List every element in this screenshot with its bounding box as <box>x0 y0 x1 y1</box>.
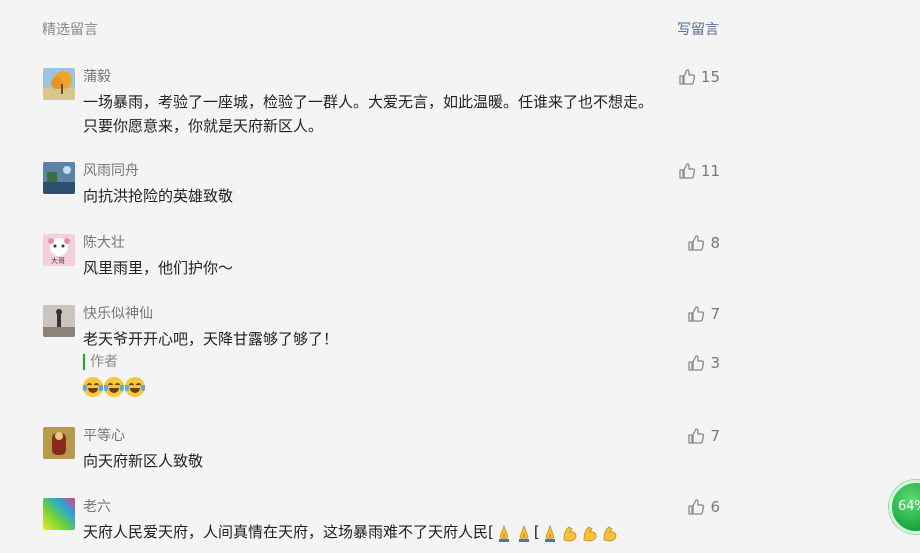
pray-emoji <box>518 524 529 542</box>
section-title: 精选留言 <box>42 22 98 38</box>
like-count: 3 <box>710 354 720 372</box>
comment-nickname[interactable]: 平等心 <box>83 427 125 445</box>
comment-nickname[interactable]: 快乐似神仙 <box>83 305 153 323</box>
avatar[interactable]: 大哥 <box>43 234 75 266</box>
laugh-tears-emoji <box>104 376 124 397</box>
rainbow-avatar-image <box>43 498 75 530</box>
comment-line: 老天爷开开心吧，天降甘露够了够了！ <box>83 330 339 348</box>
thumbs-up-icon <box>688 428 705 444</box>
laugh-tears-emoji <box>83 376 103 397</box>
comments-header: 精选留言 写留言 <box>42 19 719 39</box>
comment-text: 天府人民爱天府，人间真情在天府，这场暴雨难不了天府人民[[ <box>83 520 703 544</box>
avatar[interactable] <box>43 427 75 459</box>
landscape-avatar-image <box>43 162 75 194</box>
like-button[interactable]: 15 <box>678 68 720 86</box>
muscle-emoji <box>583 526 597 541</box>
comment-line: 风里雨里，他们护你～ <box>83 259 234 277</box>
like-count: 11 <box>700 162 720 180</box>
comment-text: 向抗洪抢险的英雄致敬 <box>83 184 703 208</box>
comment-line: 向天府新区人致敬 <box>83 452 204 470</box>
comment-text: 老天爷开开心吧，天降甘露够了够了！ <box>83 327 703 351</box>
comment-text: 一场暴雨，考验了一座城，检验了一群人。大爱无言，如此温暖。任谁来了也不想走。 只… <box>83 90 703 138</box>
avatar[interactable] <box>43 68 75 100</box>
deity-avatar-image <box>43 427 75 459</box>
thumbs-up-icon <box>688 306 705 322</box>
comment-text: 向天府新区人致敬 <box>83 449 703 473</box>
pray-emoji <box>544 524 555 542</box>
thumbs-up-icon <box>688 499 705 515</box>
like-button[interactable]: 7 <box>687 305 720 323</box>
comment-line: 只要你愿意来，你就是天府新区人。 <box>83 117 324 135</box>
like-count: 15 <box>700 68 720 86</box>
comment-line: 一场暴雨，考验了一座城，检验了一群人。大爱无言，如此温暖。任谁来了也不想走。 <box>83 93 654 111</box>
like-count: 7 <box>710 427 720 445</box>
like-count: 8 <box>710 234 720 252</box>
like-button[interactable]: 7 <box>687 427 720 445</box>
author-reply: 作者 3 <box>83 354 720 400</box>
thumbs-up-icon <box>679 163 695 179</box>
comment-nickname[interactable]: 风雨同舟 <box>83 162 139 180</box>
thumbs-up-icon <box>688 235 705 251</box>
like-button[interactable]: 6 <box>687 498 720 516</box>
comment-nickname[interactable]: 陈大壮 <box>83 234 125 252</box>
avatar-caption: 大哥 <box>51 257 65 265</box>
muscle-emoji <box>563 526 577 541</box>
avatar[interactable] <box>43 498 75 530</box>
comment-text: 风里雨里，他们护你～ <box>83 256 703 280</box>
progress-percent: 64% <box>898 499 920 514</box>
reply-like-button[interactable]: 3 <box>687 354 720 372</box>
comment-item: 风雨同舟 向抗洪抢险的英雄致敬 11 <box>43 162 720 206</box>
progress-badge[interactable]: 64% <box>889 480 920 534</box>
write-comment-link[interactable]: 写留言 <box>677 19 719 39</box>
avatar[interactable] <box>43 162 75 194</box>
comment-line: 天府人民爱天府，人间真情在天府，这场暴雨难不了天府人民[ <box>83 523 494 541</box>
reply-text <box>83 376 146 397</box>
laugh-tears-emoji <box>125 376 145 397</box>
comment-nickname[interactable]: 蒲毅 <box>83 68 111 86</box>
pray-emoji <box>498 524 509 542</box>
tree-avatar-image <box>43 68 75 100</box>
like-count: 6 <box>710 498 720 516</box>
thumbs-up-icon <box>688 355 705 371</box>
like-button[interactable]: 8 <box>687 234 720 252</box>
like-count: 7 <box>710 305 720 323</box>
comment-line: 向抗洪抢险的英雄致敬 <box>83 187 234 205</box>
comment-item: 快乐似神仙 老天爷开开心吧，天降甘露够了够了！ 7 作者 3 <box>43 305 720 400</box>
comment-item: 平等心 向天府新区人致敬 7 <box>43 427 720 471</box>
figure-avatar-image <box>43 305 75 337</box>
comment-item: 大哥 陈大壮 风里雨里，他们护你～ 8 <box>43 234 720 278</box>
muscle-emoji <box>603 526 617 541</box>
like-button[interactable]: 11 <box>678 162 720 180</box>
avatar[interactable] <box>43 305 75 337</box>
comment-item: 老六 天府人民爱天府，人间真情在天府，这场暴雨难不了天府人民[[ 6 <box>43 498 720 553</box>
comment-nickname[interactable]: 老六 <box>83 498 111 516</box>
thumbs-up-icon <box>679 69 695 85</box>
comment-item: 蒲毅 一场暴雨，考验了一座城，检验了一群人。大爱无言，如此温暖。任谁来了也不想走… <box>43 68 720 135</box>
reply-author-label: 作者 <box>83 354 118 370</box>
